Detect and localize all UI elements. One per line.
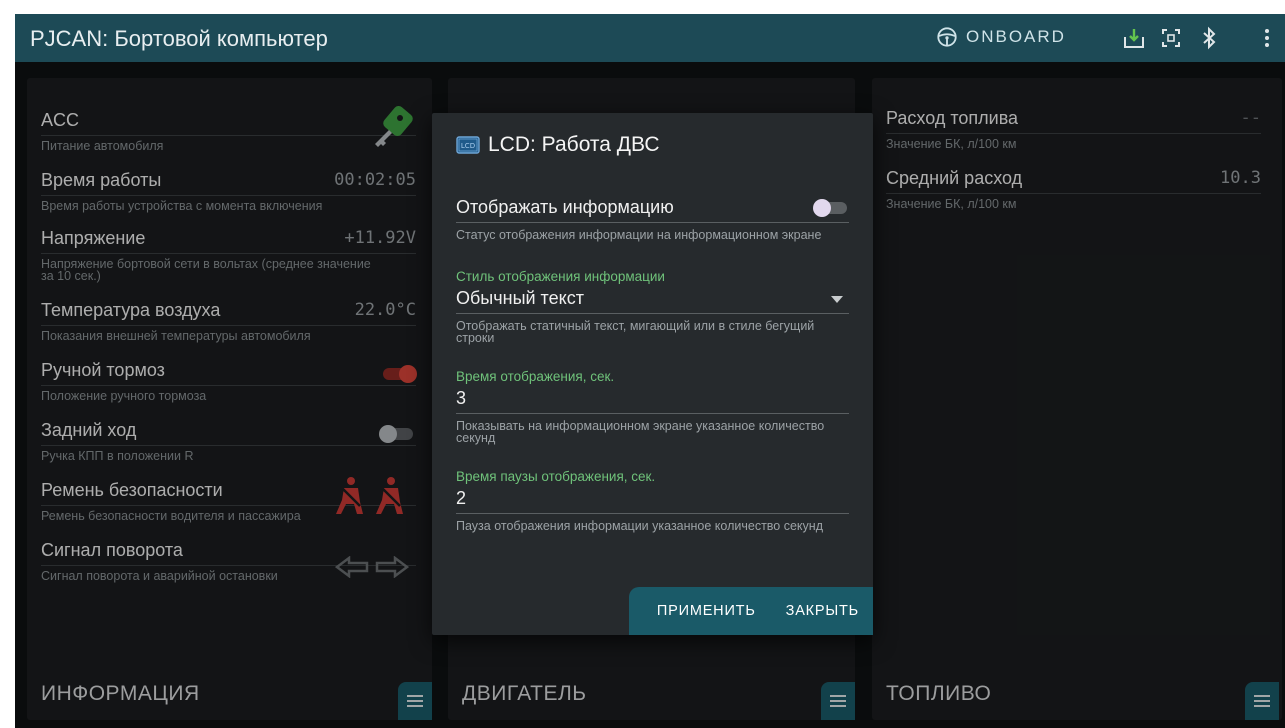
show-info-toggle[interactable]	[813, 199, 851, 217]
bluetooth-button[interactable]	[1197, 26, 1221, 50]
toggle-knob	[813, 199, 831, 217]
show-info-label: Отображать информацию	[456, 197, 674, 217]
dialog-header: LCD LCD: Работа ДВС	[456, 133, 660, 157]
download-button[interactable]	[1122, 26, 1146, 50]
display-time-desc: Показывать на информационном экране указ…	[456, 419, 825, 445]
style-field: Стиль отображения информации Обычный тек…	[456, 269, 849, 344]
style-label: Стиль отображения информации	[456, 269, 665, 284]
steering-wheel-icon	[937, 27, 957, 47]
more-menu-button[interactable]	[1255, 26, 1279, 50]
dialog-title: LCD: Работа ДВС	[488, 133, 660, 156]
pause-time-input[interactable]: 2	[456, 484, 849, 514]
pause-time-field: Время паузы отображения, сек. 2 Пауза от…	[456, 469, 849, 532]
close-button[interactable]: ЗАКРЫТЬ	[786, 603, 859, 619]
display-time-label: Время отображения, сек.	[456, 369, 615, 384]
style-desc: Отображать статичный текст, мигающий или…	[456, 319, 815, 345]
show-info-field: Отображать информацию Статус отображения…	[456, 193, 849, 241]
style-select[interactable]: Обычный текст	[456, 284, 849, 314]
lcd-settings-dialog: LCD LCD: Работа ДВС Отображать информаци…	[432, 113, 873, 635]
lcd-icon: LCD	[456, 136, 480, 154]
show-info-row[interactable]: Отображать информацию	[456, 193, 849, 223]
fullscreen-button[interactable]	[1159, 26, 1183, 50]
pause-time-desc: Пауза отображения информации указанное к…	[456, 519, 823, 533]
onboard-button[interactable]: ONBOARD	[936, 26, 1066, 48]
download-tray-icon	[1124, 29, 1144, 48]
display-time-field: Время отображения, сек. 3 Показывать на …	[456, 369, 849, 444]
show-info-desc: Статус отображения информации на информа…	[456, 228, 822, 242]
dialog-actions: ПРИМЕНИТЬ ЗАКРЫТЬ	[629, 587, 873, 635]
fullscreen-icon	[1162, 29, 1180, 47]
app-window: PJCAN: Бортовой компьютер ONBOARD ACC Пи…	[15, 14, 1285, 728]
more-vertical-icon	[1265, 29, 1269, 47]
app-title: PJCAN: Бортовой компьютер	[30, 26, 328, 51]
lcd-badge: LCD	[461, 142, 475, 150]
onboard-label: ONBOARD	[966, 27, 1066, 46]
app-bar: PJCAN: Бортовой компьютер ONBOARD	[15, 14, 1285, 62]
display-time-input[interactable]: 3	[456, 384, 849, 414]
pause-time-label: Время паузы отображения, сек.	[456, 469, 656, 484]
dropdown-arrow-icon	[831, 296, 843, 303]
bluetooth-icon	[1203, 26, 1216, 50]
apply-button[interactable]: ПРИМЕНИТЬ	[657, 603, 756, 619]
style-selected-value: Обычный текст	[456, 288, 584, 308]
